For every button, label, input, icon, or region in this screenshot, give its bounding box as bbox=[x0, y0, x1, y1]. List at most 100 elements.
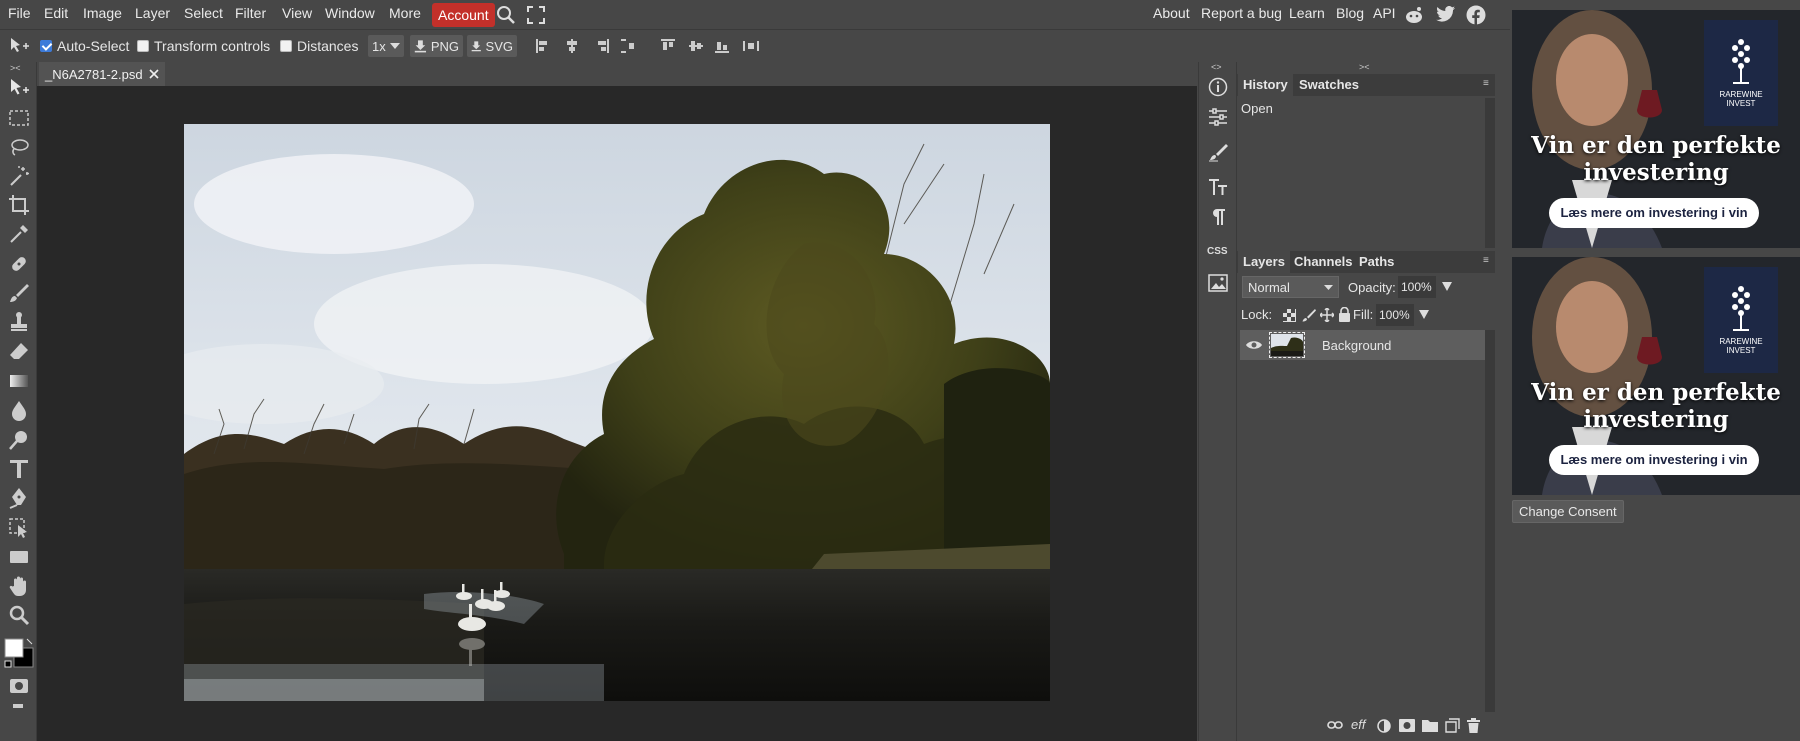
distances-check-icon[interactable] bbox=[280, 40, 292, 52]
adjustment-layer-icon[interactable] bbox=[1377, 719, 1391, 733]
paragraph-icon[interactable] bbox=[1208, 207, 1228, 227]
menu-file[interactable]: File bbox=[8, 5, 31, 21]
tab-swatches[interactable]: Swatches bbox=[1294, 74, 1364, 96]
layer-row[interactable]: Background bbox=[1240, 330, 1485, 360]
adjustments-icon[interactable] bbox=[1208, 107, 1228, 127]
zoom-tool-icon[interactable] bbox=[7, 603, 31, 627]
visibility-eye-icon[interactable] bbox=[1246, 340, 1262, 350]
path-select-tool-icon[interactable] bbox=[7, 516, 31, 540]
opacity-input[interactable]: 100% bbox=[1398, 276, 1436, 298]
character-icon[interactable] bbox=[1208, 177, 1228, 197]
mask-icon[interactable] bbox=[1399, 719, 1415, 732]
menu-window[interactable]: Window bbox=[325, 5, 375, 21]
export-svg-button[interactable]: SVG bbox=[467, 35, 517, 57]
reddit-icon[interactable] bbox=[1404, 5, 1424, 25]
align-top-icon[interactable] bbox=[660, 38, 676, 54]
link-report-bug[interactable]: Report a bug bbox=[1201, 5, 1282, 21]
tab-layers[interactable]: Layers bbox=[1238, 251, 1290, 273]
menu-filter[interactable]: Filter bbox=[235, 5, 266, 21]
menu-more[interactable]: More bbox=[389, 5, 421, 21]
new-layer-icon[interactable] bbox=[1445, 718, 1460, 733]
zoom-select[interactable]: 1x bbox=[368, 35, 404, 57]
ad-cta-button[interactable]: Læs mere om investering i vin bbox=[1549, 445, 1759, 475]
eraser-tool-icon[interactable] bbox=[7, 340, 31, 364]
lock-all-icon[interactable] bbox=[1338, 307, 1351, 322]
auto-select-check-icon[interactable] bbox=[40, 40, 52, 52]
hand-tool-icon[interactable] bbox=[7, 574, 31, 598]
image-panel-icon[interactable] bbox=[1208, 274, 1228, 294]
close-tab-icon[interactable] bbox=[149, 69, 159, 79]
link-about[interactable]: About bbox=[1153, 5, 1190, 21]
clone-stamp-tool-icon[interactable] bbox=[7, 310, 31, 334]
info-icon[interactable] bbox=[1208, 77, 1228, 97]
canvas-area[interactable] bbox=[37, 86, 1197, 741]
tab-paths[interactable]: Paths bbox=[1354, 251, 1399, 273]
text-tool-icon[interactable] bbox=[7, 457, 31, 481]
document-tab[interactable]: _N6A2781-2.psd bbox=[39, 62, 165, 86]
dodge-tool-icon[interactable] bbox=[7, 428, 31, 452]
brush-tool-icon[interactable] bbox=[7, 281, 31, 305]
quick-mask-icon[interactable] bbox=[9, 678, 29, 694]
document-image[interactable] bbox=[184, 124, 1050, 701]
lasso-tool-icon[interactable] bbox=[7, 135, 31, 159]
crop-tool-icon[interactable] bbox=[7, 193, 31, 217]
fill-dropdown-icon[interactable] bbox=[1419, 310, 1429, 319]
fullscreen-icon[interactable] bbox=[527, 6, 545, 24]
menu-select[interactable]: Select bbox=[184, 5, 223, 21]
layers-panel-menu-icon[interactable]: ≡ bbox=[1483, 255, 1489, 266]
tab-channels[interactable]: Channels bbox=[1289, 251, 1358, 273]
menu-view[interactable]: View bbox=[282, 5, 312, 21]
align-bottom-icon[interactable] bbox=[714, 38, 730, 54]
ad-banner[interactable]: RAREWINE INVEST Vin er den perfekte inve… bbox=[1512, 257, 1800, 495]
layer-name[interactable]: Background bbox=[1322, 338, 1391, 353]
auto-select-checkbox[interactable]: Auto-Select bbox=[40, 38, 129, 54]
gradient-tool-icon[interactable] bbox=[7, 369, 31, 393]
magic-wand-tool-icon[interactable] bbox=[7, 164, 31, 188]
brush-settings-icon[interactable] bbox=[1208, 142, 1228, 162]
menu-layer[interactable]: Layer bbox=[135, 5, 170, 21]
distribute-horizontal-icon[interactable] bbox=[620, 38, 636, 54]
transform-controls-check-icon[interactable] bbox=[137, 40, 149, 52]
lock-pixels-icon[interactable] bbox=[1302, 308, 1316, 322]
marquee-tool-icon[interactable] bbox=[7, 106, 31, 130]
align-vcenter-icon[interactable] bbox=[688, 38, 704, 54]
twitter-icon[interactable] bbox=[1436, 6, 1456, 24]
pen-tool-icon[interactable] bbox=[7, 486, 31, 510]
opacity-dropdown-icon[interactable] bbox=[1442, 282, 1452, 291]
distribute-vertical-icon[interactable] bbox=[742, 38, 760, 54]
account-button[interactable]: Account bbox=[432, 3, 495, 27]
link-icon[interactable] bbox=[1327, 720, 1343, 730]
change-consent-button[interactable]: Change Consent bbox=[1512, 500, 1624, 523]
search-icon[interactable] bbox=[496, 5, 516, 25]
shape-tool-icon[interactable] bbox=[7, 545, 31, 569]
align-right-icon[interactable] bbox=[594, 38, 610, 54]
screen-mode-icon[interactable] bbox=[13, 704, 23, 708]
move-tool-icon[interactable] bbox=[7, 76, 31, 100]
expand-panels-icon[interactable]: <> bbox=[1211, 62, 1222, 72]
link-blog[interactable]: Blog bbox=[1336, 5, 1364, 21]
effects-icon[interactable]: eff bbox=[1351, 717, 1365, 732]
css-panel-icon[interactable]: CSS bbox=[1207, 246, 1228, 257]
history-entry[interactable]: Open bbox=[1237, 98, 1485, 119]
lock-position-icon[interactable] bbox=[1320, 308, 1334, 322]
ad-cta-button[interactable]: Læs mere om investering i vin bbox=[1549, 198, 1759, 228]
transform-controls-checkbox[interactable]: Transform controls bbox=[137, 38, 270, 54]
link-api[interactable]: API bbox=[1373, 5, 1396, 21]
trash-icon[interactable] bbox=[1467, 718, 1480, 733]
healing-brush-tool-icon[interactable] bbox=[7, 252, 31, 276]
facebook-icon[interactable] bbox=[1466, 5, 1486, 25]
blur-tool-icon[interactable] bbox=[7, 398, 31, 422]
menu-image[interactable]: Image bbox=[83, 5, 122, 21]
link-learn[interactable]: Learn bbox=[1289, 5, 1325, 21]
color-swatches-icon[interactable] bbox=[3, 637, 35, 669]
collapse-panels-icon[interactable]: >< bbox=[1359, 62, 1370, 72]
distances-checkbox[interactable]: Distances bbox=[280, 38, 358, 54]
menu-edit[interactable]: Edit bbox=[44, 5, 68, 21]
export-png-button[interactable]: PNG bbox=[410, 35, 463, 57]
layers-scrollbar[interactable] bbox=[1485, 330, 1495, 712]
eyedropper-tool-icon[interactable] bbox=[7, 222, 31, 246]
history-scrollbar[interactable] bbox=[1485, 98, 1495, 248]
history-panel-menu-icon[interactable]: ≡ bbox=[1483, 78, 1489, 89]
blend-mode-select[interactable]: Normal bbox=[1242, 276, 1339, 298]
align-left-icon[interactable] bbox=[535, 38, 551, 54]
